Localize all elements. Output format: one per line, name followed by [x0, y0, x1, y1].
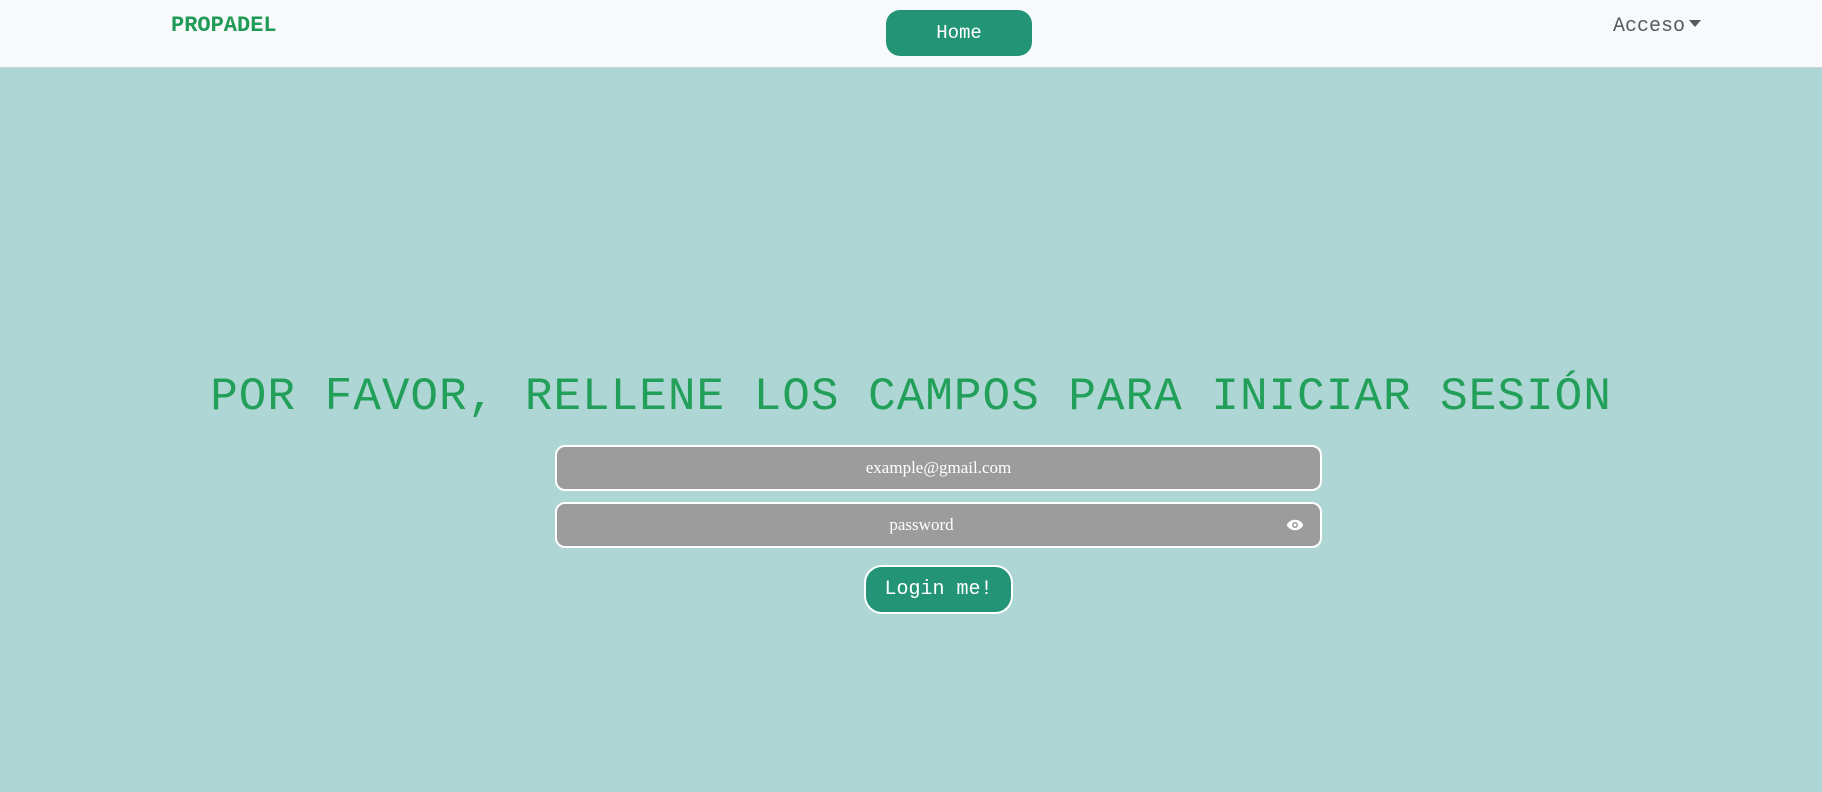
brand-logo-link[interactable]: PROPADEL	[171, 13, 277, 38]
password-field-wrapper	[555, 502, 1322, 548]
eye-icon[interactable]	[1286, 518, 1304, 532]
access-dropdown-toggle[interactable]: Acceso	[1613, 15, 1702, 38]
top-navbar: PROPADEL Home Acceso	[0, 0, 1822, 68]
login-button[interactable]: Login me!	[864, 565, 1013, 614]
email-field[interactable]	[557, 447, 1320, 489]
email-field-wrapper	[555, 445, 1322, 491]
home-button[interactable]: Home	[886, 10, 1032, 56]
page-title: POR FAVOR, RELLENE LOS CAMPOS PARA INICI…	[210, 371, 1612, 423]
access-dropdown-label: Acceso	[1613, 15, 1686, 38]
password-field[interactable]	[557, 504, 1320, 546]
caret-down-icon	[1689, 20, 1702, 27]
